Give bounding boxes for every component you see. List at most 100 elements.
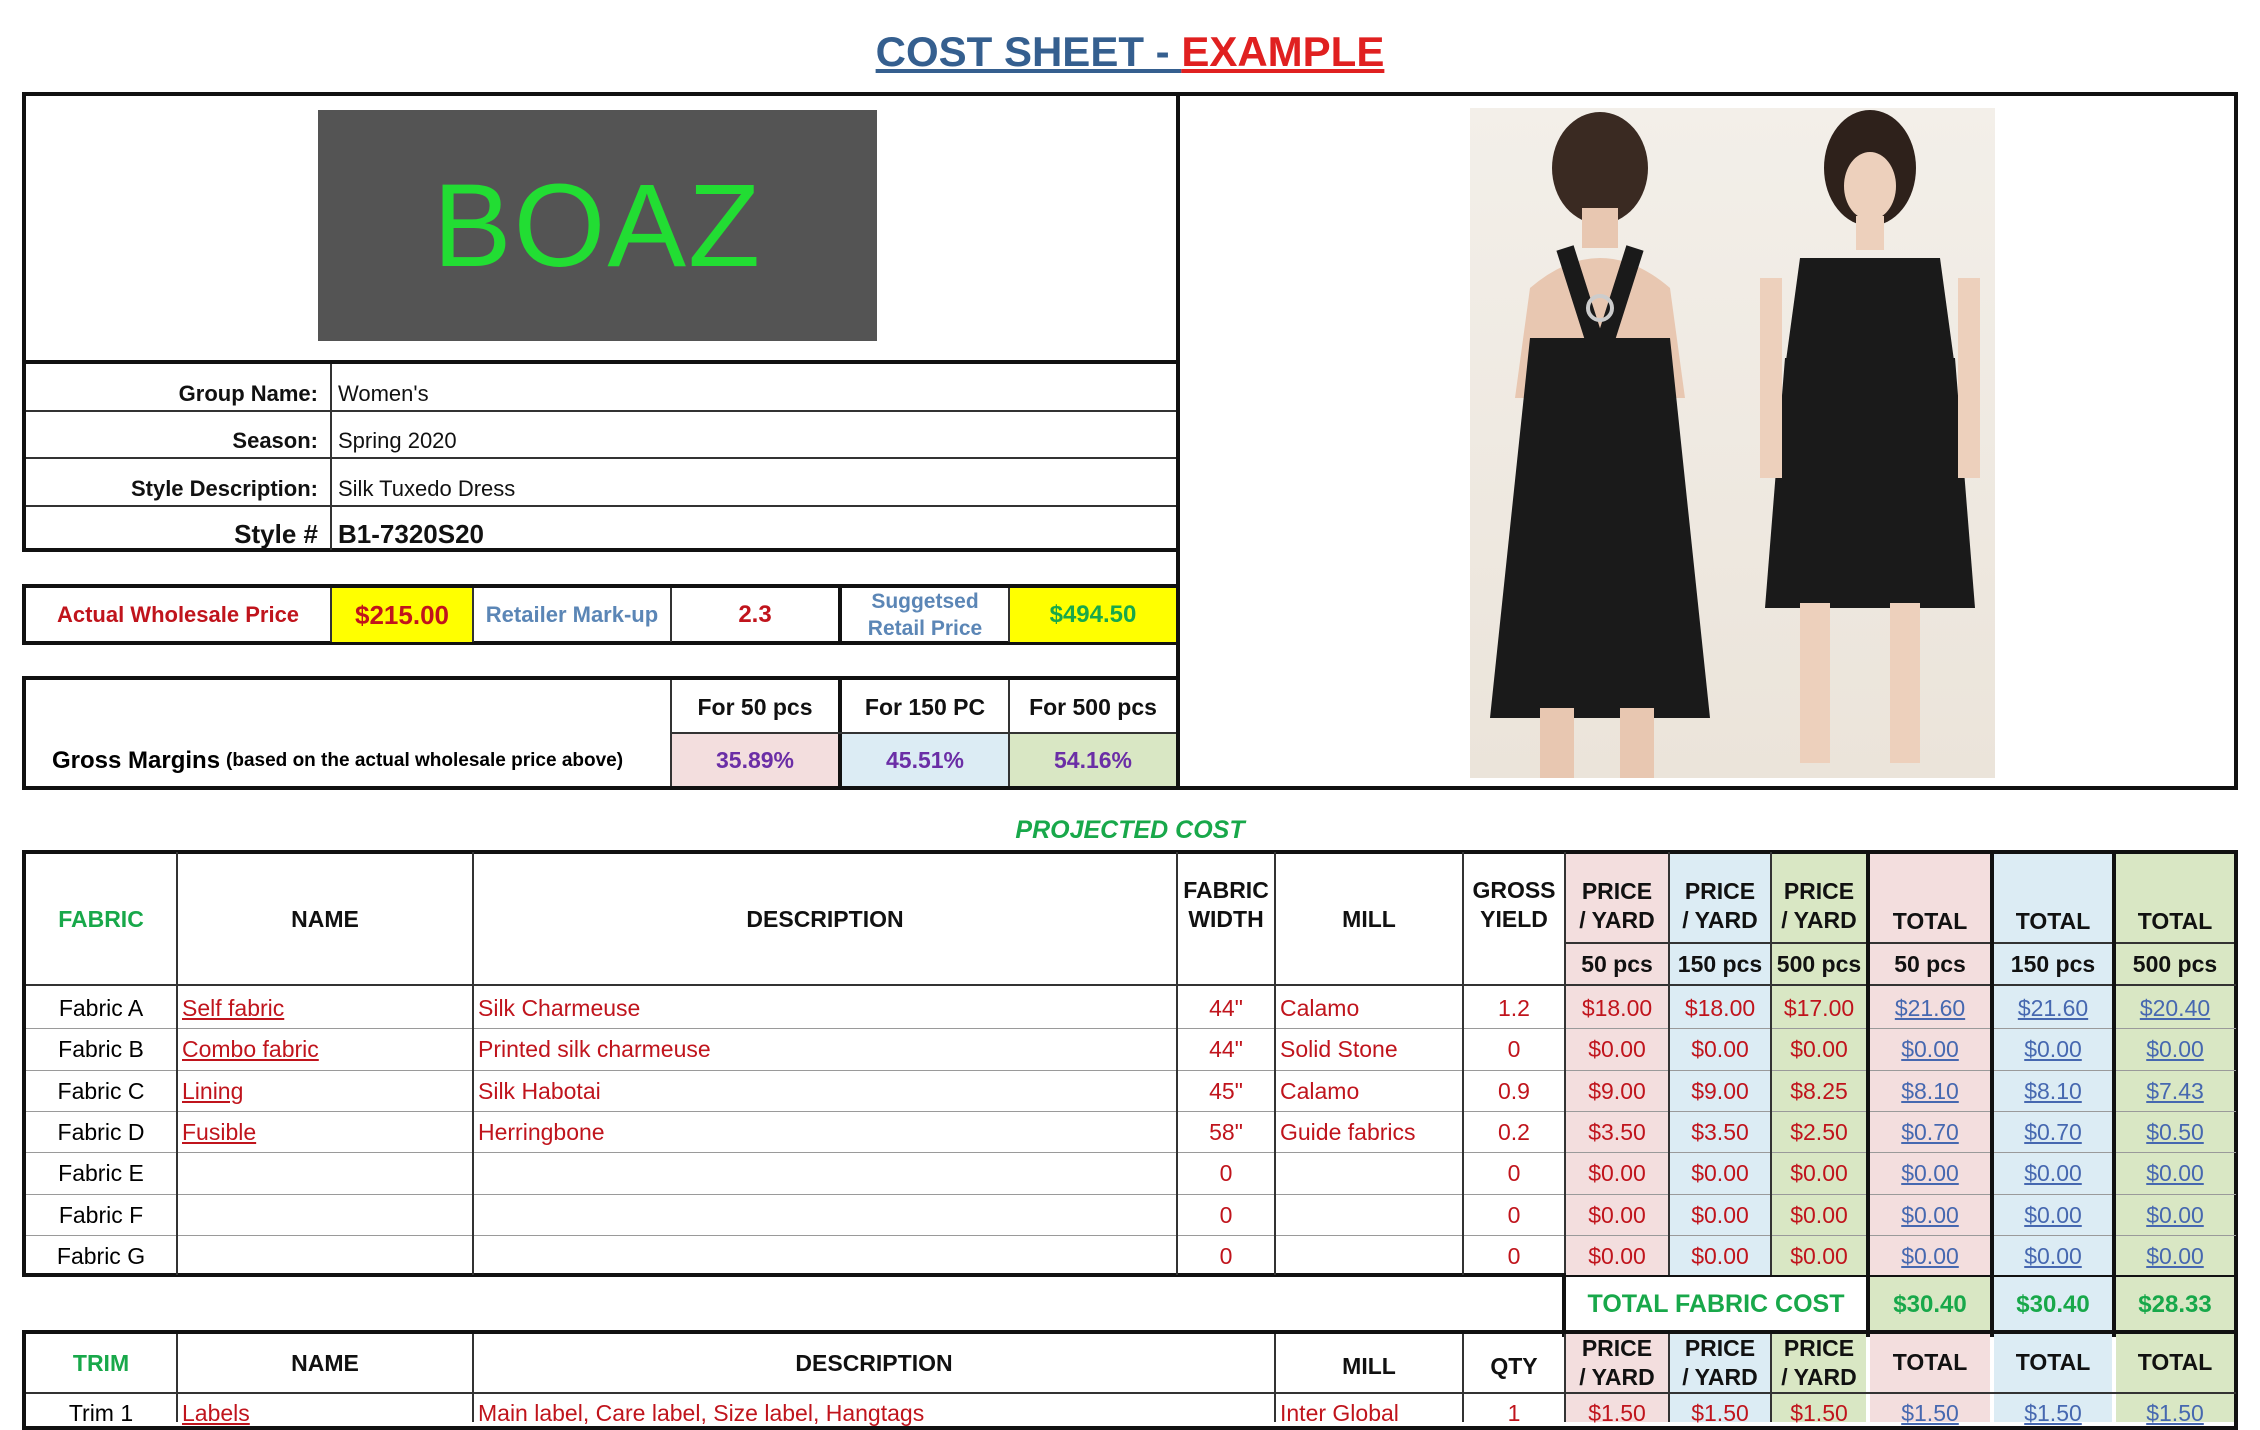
fabric-section-header: FABRIC (58, 905, 144, 932)
trim-row-price-50: $1.50 (1588, 1399, 1646, 1426)
group-name-value: Women's (338, 381, 429, 406)
fabric-row-id: Fabric B (58, 1036, 144, 1063)
fabric-row-price-500: $2.50 (1790, 1119, 1848, 1146)
fabric-qty-header-500: 500 pcs (1776, 950, 1862, 977)
fabric-total-qty-500: 500 pcs (2132, 950, 2218, 977)
fabric-row-price-150: $0.00 (1691, 1160, 1749, 1187)
fabric-row-total-500[interactable]: $0.00 (2116, 1029, 2234, 1070)
fabric-row-price-50: $0.00 (1588, 1242, 1646, 1269)
fabric-row-price-500: $17.00 (1783, 995, 1855, 1022)
fabric-total-header-500: TOTAL (2137, 907, 2213, 934)
fabric-row-total-150[interactable]: $0.00 (1994, 1029, 2112, 1070)
trim-row-price-500: $1.50 (1790, 1399, 1848, 1426)
total-fabric-cost-label: TOTAL FABRIC COST (1587, 1290, 1845, 1319)
fabric-total-header-150: TOTAL (2015, 907, 2091, 934)
fabric-row-total-150[interactable]: $8.10 (1994, 1071, 2112, 1112)
fabric-row-id: Fabric E (58, 1160, 144, 1187)
model-dress-illustration (1490, 110, 1980, 778)
fabric-qty-header-50: 50 pcs (1581, 950, 1653, 977)
fabric-row-price-500: $0.00 (1790, 1160, 1848, 1187)
fabric-row-name[interactable] (182, 1236, 472, 1277)
fabric-row-id: Fabric C (57, 1077, 145, 1104)
product-photo (1470, 108, 1995, 778)
fabric-row-name[interactable] (182, 1153, 472, 1194)
fabric-row-total-50[interactable]: $0.00 (1870, 1153, 1990, 1194)
gross-margins-note: (based on the actual wholesale price abo… (226, 750, 624, 771)
title-prefix: COST SHEET - (875, 28, 1182, 75)
fabric-row-description: Silk Charmeuse (478, 995, 641, 1022)
fabric-row-mill (1280, 1195, 1462, 1236)
style-number-value: B1-7320S20 (338, 518, 484, 549)
fabric-row-name[interactable]: Lining (182, 1071, 472, 1112)
fabric-row-name[interactable]: Combo fabric (182, 1029, 472, 1070)
fabric-row-mill (1280, 1153, 1462, 1194)
fabric-row-total-500[interactable]: $0.00 (2116, 1153, 2234, 1194)
fabric-row-description (478, 1195, 1176, 1236)
fabric-row-total-50[interactable]: $0.00 (1870, 1195, 1990, 1236)
fabric-row-total-50[interactable]: $21.60 (1870, 988, 1990, 1029)
fabric-price-header-500: PRICE / YARD (1781, 878, 1857, 933)
fabric-name-header: NAME (291, 905, 359, 932)
fabric-row-id: Fabric G (56, 1242, 146, 1269)
trim-total-header-500: TOTAL (2137, 1348, 2213, 1375)
fabric-row-name[interactable]: Fusible (182, 1112, 472, 1153)
fabric-row-description: Printed silk charmeuse (478, 1036, 711, 1063)
fabric-price-header-50: PRICE / YARD (1579, 878, 1655, 933)
trim-row-name[interactable]: Labels (182, 1396, 472, 1430)
fabric-description-header: DESCRIPTION (746, 905, 904, 932)
fabric-total-header-50: TOTAL (1892, 907, 1968, 934)
total-fabric-cost-50: $30.40 (1870, 1277, 1990, 1333)
fabric-row-total-500[interactable]: $20.40 (2116, 988, 2234, 1029)
divider (26, 984, 2236, 986)
fabric-row-total-50[interactable]: $0.70 (1870, 1112, 1990, 1153)
fabric-row-name[interactable] (182, 1195, 472, 1236)
fabric-row-price-500: $0.00 (1790, 1201, 1848, 1228)
trim-row-total-50[interactable]: $1.50 (1870, 1396, 1990, 1430)
fabric-row-width: 58" (1209, 1119, 1243, 1146)
fabric-row-total-150[interactable]: $21.60 (1994, 988, 2112, 1029)
fabric-row-price-50: $9.00 (1588, 1077, 1646, 1104)
trim-price-header-150: PRICE / YARD (1682, 1335, 1758, 1390)
divider (22, 360, 1180, 364)
fabric-row-yield: 0.9 (1498, 1077, 1530, 1104)
fabric-row-total-500[interactable]: $0.00 (2116, 1195, 2234, 1236)
fabric-row-total-500[interactable]: $0.50 (2116, 1112, 2234, 1153)
fabric-row-id: Fabric A (58, 995, 144, 1022)
total-fabric-cost-500: $28.33 (2116, 1277, 2234, 1333)
trim-mill-header: MILL (1342, 1352, 1396, 1379)
wholesale-price-value: $215.00 (332, 588, 472, 642)
fabric-row-width: 45" (1209, 1077, 1243, 1104)
brand-logo: BOAZ (318, 110, 877, 341)
fabric-row-total-150[interactable]: $0.00 (1994, 1236, 2112, 1277)
fabric-row-price-50: $0.00 (1588, 1160, 1646, 1187)
fabric-mill-header: MILL (1342, 905, 1396, 932)
trim-row-total-500[interactable]: $1.50 (2116, 1396, 2234, 1430)
fabric-row-total-500[interactable]: $7.43 (2116, 1071, 2234, 1112)
fabric-row-total-50[interactable]: $8.10 (1870, 1071, 1990, 1112)
fabric-row-total-500[interactable]: $0.00 (2116, 1236, 2234, 1277)
group-name-label: Group Name: (178, 381, 318, 406)
trim-row-id: Trim 1 (68, 1399, 134, 1426)
suggested-retail-label: Suggetsed Retail Price (842, 588, 1008, 642)
fabric-row-price-500: $0.00 (1790, 1036, 1848, 1063)
fabric-row-total-150[interactable]: $0.00 (1994, 1195, 2112, 1236)
fabric-row-total-150[interactable]: $0.00 (1994, 1153, 2112, 1194)
trim-row-total-150[interactable]: $1.50 (1994, 1396, 2112, 1430)
fabric-row-total-50[interactable]: $0.00 (1870, 1236, 1990, 1277)
fabric-row-total-50[interactable]: $0.00 (1870, 1029, 1990, 1070)
trim-price-header-50: PRICE / YARD (1579, 1335, 1655, 1390)
fabric-qty-header-150: 150 pcs (1677, 950, 1763, 977)
fabric-row-price-150: $18.00 (1684, 995, 1756, 1022)
total-fabric-cost-150: $30.40 (1994, 1277, 2112, 1333)
season-value: Spring 2020 (338, 428, 457, 453)
trim-section-header: TRIM (72, 1349, 130, 1376)
fabric-row-name[interactable]: Self fabric (182, 988, 472, 1029)
fabric-row-mill: Solid Stone (1280, 1036, 1398, 1063)
trim-row-qty: 1 (1507, 1399, 1521, 1426)
fabric-row-total-150[interactable]: $0.70 (1994, 1112, 2112, 1153)
fabric-row-mill: Calamo (1280, 1077, 1360, 1104)
suggested-retail-label-line2: Retail Price (867, 617, 983, 640)
fabric-row-width: 0 (1219, 1160, 1233, 1187)
margin-value-500: 54.16% (1010, 734, 1176, 786)
fabric-row-price-50: $3.50 (1588, 1119, 1646, 1146)
